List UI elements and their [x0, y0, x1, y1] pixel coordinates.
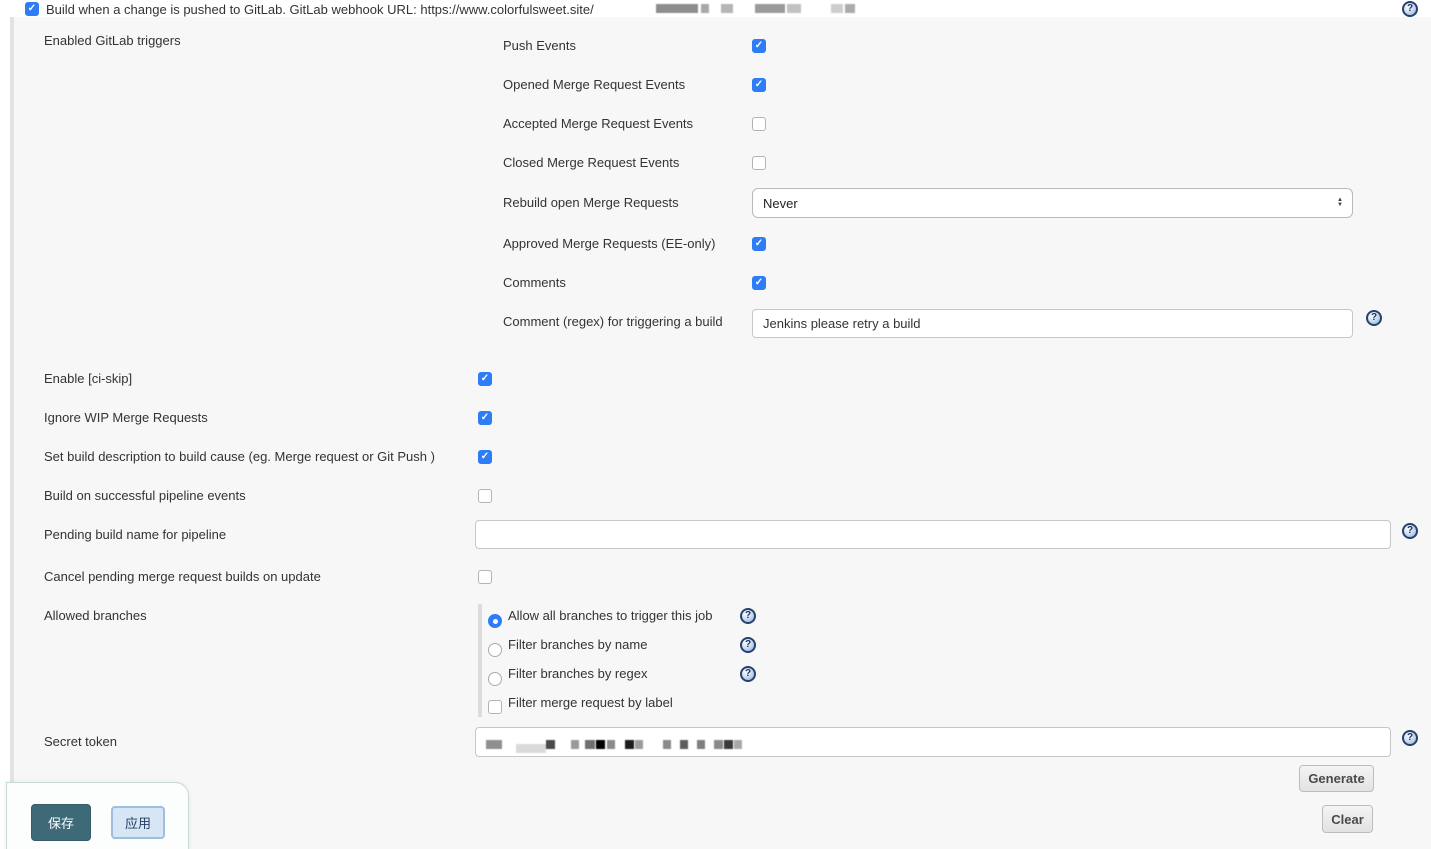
help-icon[interactable]: ?: [740, 608, 756, 624]
check-icon: ✓: [755, 41, 763, 51]
secret-token-label: Secret token: [44, 734, 117, 749]
check-icon: ✓: [28, 4, 36, 14]
filter-branches-by-regex-radio[interactable]: [488, 672, 502, 686]
generate-button[interactable]: Generate: [1299, 765, 1374, 792]
accepted-mr-events-checkbox[interactable]: ✓: [752, 117, 766, 131]
help-icon[interactable]: ?: [1402, 1, 1418, 17]
triggers-section-label: Enabled GitLab triggers: [44, 33, 181, 48]
push-events-label: Push Events: [503, 38, 576, 53]
allowed-branches-label: Allowed branches: [44, 608, 147, 623]
select-stepper-icon: ▲▼: [1337, 198, 1343, 208]
opened-mr-events-label: Opened Merge Request Events: [503, 77, 685, 92]
cancel-pending-checkbox[interactable]: ✓: [478, 570, 492, 584]
approved-mr-checkbox[interactable]: ✓: [752, 237, 766, 251]
redacted-secret-token: [486, 736, 742, 753]
apply-button[interactable]: 应用: [111, 806, 165, 839]
build-on-push-checkbox[interactable]: ✓: [25, 2, 39, 16]
redacted-url-suffix: [656, 4, 855, 13]
check-icon: ✓: [755, 278, 763, 288]
comments-checkbox[interactable]: ✓: [752, 276, 766, 290]
rebuild-open-mr-label: Rebuild open Merge Requests: [503, 195, 679, 210]
check-icon: ✓: [481, 413, 489, 423]
successful-pipeline-label: Build on successful pipeline events: [44, 488, 246, 503]
ci-skip-label: Enable [ci-skip]: [44, 371, 132, 386]
cancel-pending-label: Cancel pending merge request builds on u…: [44, 569, 321, 584]
opened-mr-events-checkbox[interactable]: ✓: [752, 78, 766, 92]
gitlab-trigger-config-page: ✓ Build when a change is pushed to GitLa…: [0, 0, 1431, 849]
check-icon: ✓: [481, 452, 489, 462]
header-label: Build when a change is pushed to GitLab.…: [46, 2, 594, 17]
approved-mr-label: Approved Merge Requests (EE-only): [503, 236, 715, 251]
help-icon[interactable]: ?: [1402, 523, 1418, 539]
closed-mr-events-label: Closed Merge Request Events: [503, 155, 679, 170]
save-button[interactable]: 保存: [31, 804, 91, 841]
allow-all-branches-radio[interactable]: [488, 614, 502, 628]
filter-branches-by-regex-label: Filter branches by regex: [508, 666, 647, 681]
filter-branches-by-name-label: Filter branches by name: [508, 637, 647, 652]
help-icon[interactable]: ?: [1402, 730, 1418, 746]
build-description-checkbox[interactable]: ✓: [478, 450, 492, 464]
check-icon: ✓: [481, 374, 489, 384]
push-events-checkbox[interactable]: ✓: [752, 39, 766, 53]
comment-regex-input[interactable]: [752, 309, 1353, 338]
ignore-wip-checkbox[interactable]: ✓: [478, 411, 492, 425]
filter-branches-by-name-radio[interactable]: [488, 643, 502, 657]
check-icon: ✓: [755, 239, 763, 249]
accepted-mr-events-label: Accepted Merge Request Events: [503, 116, 693, 131]
rebuild-open-mr-selected-value: Never: [763, 196, 798, 211]
allow-all-branches-label: Allow all branches to trigger this job: [508, 608, 713, 623]
build-description-label: Set build description to build cause (eg…: [44, 449, 435, 464]
clear-button[interactable]: Clear: [1322, 805, 1373, 833]
comment-regex-label: Comment (regex) for triggering a build: [503, 314, 723, 329]
help-icon[interactable]: ?: [740, 666, 756, 682]
filter-mr-by-label-checkbox[interactable]: ✓: [488, 700, 502, 714]
save-apply-bar: 保存 应用: [6, 782, 189, 849]
trigger-config-panel: [14, 17, 1431, 849]
section-nesting-line: [10, 17, 14, 849]
check-icon: ✓: [755, 80, 763, 90]
help-icon[interactable]: ?: [740, 637, 756, 653]
filter-mr-by-label-label: Filter merge request by label: [508, 695, 673, 710]
ci-skip-checkbox[interactable]: ✓: [478, 372, 492, 386]
rebuild-open-mr-select[interactable]: Never ▲▼: [752, 188, 1353, 218]
pending-build-name-input[interactable]: [475, 520, 1391, 549]
help-icon[interactable]: ?: [1366, 310, 1382, 326]
pending-build-name-label: Pending build name for pipeline: [44, 527, 226, 542]
ignore-wip-label: Ignore WIP Merge Requests: [44, 410, 208, 425]
comments-label: Comments: [503, 275, 566, 290]
closed-mr-events-checkbox[interactable]: ✓: [752, 156, 766, 170]
radio-group-nesting-line: [478, 604, 482, 717]
radio-dot-icon: [493, 619, 498, 624]
successful-pipeline-checkbox[interactable]: ✓: [478, 489, 492, 503]
